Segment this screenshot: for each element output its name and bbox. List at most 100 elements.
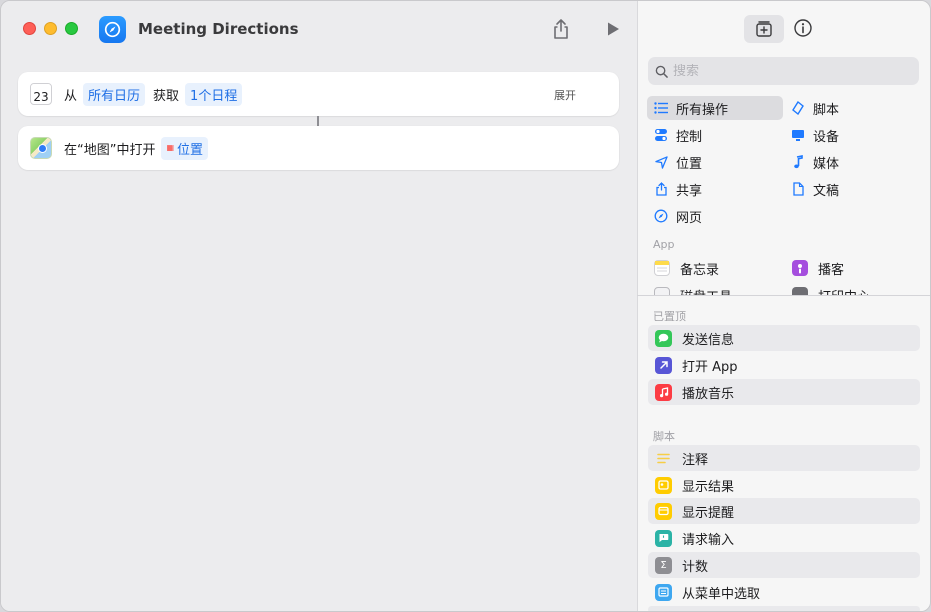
open-app-icon xyxy=(655,356,672,374)
category-label: 网页 xyxy=(676,210,703,226)
pinned-send-message[interactable]: 发送信息 xyxy=(648,325,920,351)
category-device[interactable]: 设备 xyxy=(784,123,914,147)
zoom-window-button[interactable] xyxy=(65,22,78,35)
action-label: 注释 xyxy=(682,452,709,468)
action-label: 显示结果 xyxy=(682,479,735,495)
podcasts-app-icon xyxy=(792,260,808,276)
window-controls xyxy=(23,22,78,35)
location-token-label: 位置 xyxy=(177,142,204,158)
script-icon xyxy=(790,100,806,116)
calendar-icon: 23 xyxy=(30,83,52,105)
action-text-open-in-maps: 在“地图”中打开 xyxy=(64,142,156,158)
calendar-icon: ▦ xyxy=(166,143,175,152)
find-calendar-events-action[interactable]: 23 从 所有日历 获取 1个日程 展开 xyxy=(18,72,619,116)
calendar-day: 23 xyxy=(33,90,49,104)
minimize-window-button[interactable] xyxy=(44,22,57,35)
category-label: 位置 xyxy=(676,156,703,172)
compass-icon xyxy=(104,21,121,38)
show-alert-icon xyxy=(655,502,672,520)
pinned-open-app[interactable]: 打开 App xyxy=(648,352,920,378)
search-icon xyxy=(655,65,668,78)
messages-icon xyxy=(655,329,672,347)
list-icon xyxy=(653,100,669,116)
category-label: 共享 xyxy=(676,183,703,199)
app-podcasts[interactable]: 播客 xyxy=(786,257,922,281)
maps-icon xyxy=(30,137,52,159)
category-sharing[interactable]: 共享 xyxy=(647,177,783,201)
calendar-source-token[interactable]: 所有日历 xyxy=(83,82,146,106)
search-input[interactable] xyxy=(673,63,903,79)
action-show-alert[interactable]: 显示提醒 xyxy=(648,498,920,524)
location-arrow-icon xyxy=(653,154,669,170)
event-count-token[interactable]: 1个日程 xyxy=(185,82,243,106)
category-scripting[interactable]: 脚本 xyxy=(784,96,914,120)
pinned-section-label: 已置顶 xyxy=(653,310,686,323)
location-variable-token[interactable]: ▦ 位置 xyxy=(161,136,209,160)
comment-icon xyxy=(655,450,672,467)
share-icon xyxy=(653,181,669,197)
action-label: 发送信息 xyxy=(682,332,735,348)
app-print-center[interactable]: 打印中心 xyxy=(786,282,922,295)
apps-section-label: App xyxy=(653,238,675,251)
compass-icon xyxy=(653,208,669,224)
action-label: 打开 App xyxy=(682,359,738,375)
action-label: 播放音乐 xyxy=(682,386,735,402)
info-icon[interactable] xyxy=(793,18,813,38)
shortcuts-window: Meeting Directions 23 从 所有日历 获取 1个日程 展开 … xyxy=(0,0,931,612)
action-show-result[interactable]: 显示结果 xyxy=(648,472,920,498)
notes-app-icon xyxy=(654,260,670,276)
shortcut-editor: Meeting Directions 23 从 所有日历 获取 1个日程 展开 … xyxy=(1,1,637,611)
share-icon[interactable] xyxy=(551,18,571,40)
ask-input-icon xyxy=(655,529,672,547)
action-text-get: 获取 xyxy=(153,88,180,104)
apps-grid: 备忘录 播客 磁盘工具 打印中心 xyxy=(648,257,928,295)
action-ask-for-input[interactable]: 请求输入 xyxy=(648,525,920,551)
action-choose-from-menu[interactable]: 从菜单中选取 xyxy=(648,579,920,605)
app-disk-utility[interactable]: 磁盘工具 xyxy=(648,282,784,295)
play-icon[interactable] xyxy=(605,21,621,37)
pinned-play-music[interactable]: 播放音乐 xyxy=(648,379,920,405)
category-label: 媒体 xyxy=(813,156,840,172)
shortcut-title[interactable]: Meeting Directions xyxy=(138,20,299,38)
app-label: 打印中心 xyxy=(818,286,870,296)
scripting-section-label: 脚本 xyxy=(653,430,675,443)
category-label: 控制 xyxy=(676,129,703,145)
show-result-icon xyxy=(655,476,672,494)
category-all-actions[interactable]: 所有操作 xyxy=(647,96,783,120)
app-label: 磁盘工具 xyxy=(680,286,732,296)
close-window-button[interactable] xyxy=(23,22,36,35)
count-sigma-icon: Σ xyxy=(655,556,672,574)
shortcut-icon-button[interactable] xyxy=(99,16,126,43)
app-label: 备忘录 xyxy=(680,262,720,278)
print-center-app-icon xyxy=(792,287,808,295)
category-control[interactable]: 控制 xyxy=(647,123,783,147)
library-divider xyxy=(637,295,930,296)
list-row-partial xyxy=(648,606,920,611)
app-notes[interactable]: 备忘录 xyxy=(648,257,784,281)
music-icon xyxy=(655,383,672,401)
action-search-field[interactable] xyxy=(648,57,919,85)
action-count[interactable]: Σ 计数 xyxy=(648,552,920,578)
category-location[interactable]: 位置 xyxy=(647,150,783,174)
open-in-maps-action[interactable]: 在“地图”中打开 ▦ 位置 xyxy=(18,126,619,170)
library-add-icon xyxy=(756,21,772,37)
category-web[interactable]: 网页 xyxy=(647,204,783,228)
action-label: 计数 xyxy=(682,559,709,575)
action-library-button[interactable] xyxy=(744,15,784,43)
music-note-icon xyxy=(790,154,806,170)
document-icon xyxy=(790,181,806,197)
category-media[interactable]: 媒体 xyxy=(784,150,914,174)
action-connector xyxy=(317,116,319,126)
category-label: 设备 xyxy=(813,129,840,145)
display-icon xyxy=(790,127,806,143)
app-label: 播客 xyxy=(818,262,845,278)
category-label: 所有操作 xyxy=(676,102,729,118)
action-label: 显示提醒 xyxy=(682,505,735,521)
choose-menu-icon xyxy=(655,583,672,601)
action-label: 从菜单中选取 xyxy=(682,586,761,602)
action-comment[interactable]: 注释 xyxy=(648,445,920,471)
expand-button[interactable]: 展开 xyxy=(554,87,576,103)
action-text-from: 从 xyxy=(64,88,78,104)
disk-utility-app-icon xyxy=(654,287,670,295)
category-documents[interactable]: 文稿 xyxy=(784,177,914,201)
